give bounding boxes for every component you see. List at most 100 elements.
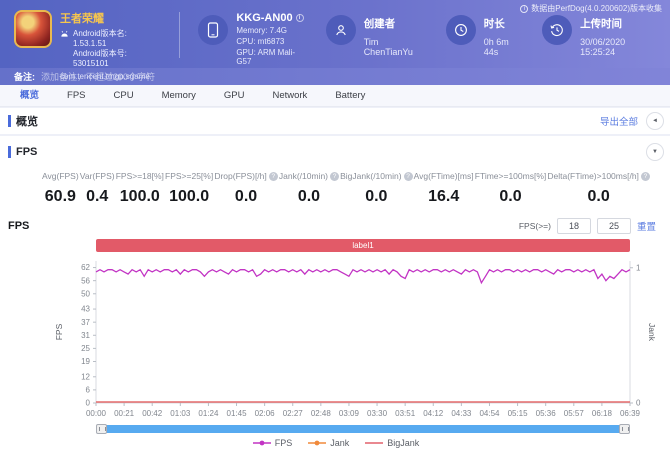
fps-line-chart[interactable]: 625650433731251912601000:00 00:21 00:42 01:… (8, 255, 656, 425)
stat-value: 0.0 (365, 188, 388, 205)
svg-text:05:15: 05:15 (508, 409, 529, 418)
fps-chart-area: label1 62 56 50 43 37 31 25 19 12 6 0 1 0 00:00 00:21 0… (8, 239, 664, 448)
svg-text:12: 12 (81, 372, 90, 381)
stat-drop-fps-h-: Drop(FPS)[/h]? 0.0 (214, 171, 278, 206)
stat-label: Jank(/10min)? (279, 171, 340, 181)
tab-network[interactable]: Network (258, 85, 321, 107)
svg-text:25: 25 (81, 344, 90, 353)
range-grip-left[interactable] (96, 424, 107, 434)
svg-text:06:39: 06:39 (620, 409, 641, 418)
tab-fps[interactable]: FPS (53, 85, 99, 107)
device-cpu: CPU: mt6873 (236, 37, 285, 46)
svg-text:56: 56 (81, 276, 90, 285)
overview-title: 概览 (8, 113, 38, 129)
stat-label: BigJank(/10min)? (340, 171, 413, 181)
section-tabs: 概览 FPS CPU Memory GPU Network Battery (0, 85, 670, 107)
stat-value: 0.0 (587, 188, 610, 205)
svg-text:02:48: 02:48 (311, 409, 332, 418)
stat-value: 60.9 (44, 188, 76, 205)
range-grip-right[interactable] (619, 424, 630, 434)
svg-text:0: 0 (636, 399, 641, 408)
svg-text:01:03: 01:03 (170, 409, 191, 418)
info-icon[interactable]: ? (330, 171, 340, 181)
stat-label: FPS>=25[%] (165, 171, 214, 181)
tab-gpu[interactable]: GPU (210, 85, 259, 107)
svg-text:00:00: 00:00 (86, 409, 107, 418)
svg-text:Jank: Jank (647, 323, 656, 342)
stat-label: FTime>=100ms[%] (474, 171, 547, 181)
app-package: com.tencent.tmgp.sgame (60, 72, 150, 81)
stat-label: Delta(FTime)>100ms[/h]? (547, 171, 650, 181)
tab-概览[interactable]: 概览 (6, 85, 53, 107)
duration-label: 时长 (483, 18, 505, 30)
creator-value: Tim ChenTianYu (363, 37, 413, 57)
threshold-high-input[interactable] (596, 218, 631, 234)
stat-label: Drop(FPS)[/h]? (214, 171, 278, 181)
stat-value: 0.0 (297, 188, 321, 205)
chart-legend: FPS Jank BigJank (8, 438, 664, 448)
legend-marker-icon (308, 440, 327, 446)
info-icon[interactable]: ? (268, 171, 278, 181)
fps-stats-row: Avg(FPS) 60.9 Var(FPS) 0.4 FPS>=18[%] 100.0 FP… (8, 161, 664, 206)
device-info-icon[interactable]: i (295, 14, 304, 22)
reset-link[interactable]: 重置 (637, 219, 656, 233)
svg-text:31: 31 (81, 331, 90, 340)
stat-bigjank-10min-: BigJank(/10min)? 0.0 (340, 171, 413, 206)
svg-text:43: 43 (81, 305, 90, 314)
legend-item-jank[interactable]: Jank (308, 438, 349, 448)
upload-time-value: 30/06/2020 15:25:24 (580, 37, 626, 57)
tab-battery[interactable]: Battery (321, 85, 379, 107)
info-icon[interactable]: ? (403, 171, 413, 181)
overview-section-header: 概览 导出全部 ◄ (0, 108, 670, 134)
report-header: i 数据由PerfDog(4.0.200602)版本收集 王者荣耀 Androi… (0, 0, 670, 81)
svg-text:FPS: FPS (54, 323, 64, 340)
svg-text:02:27: 02:27 (283, 409, 304, 418)
export-all-link[interactable]: 导出全部 (600, 114, 638, 128)
svg-text:01:45: 01:45 (227, 409, 248, 418)
collector-version-note: i 数据由PerfDog(4.0.200602)版本收集 (520, 3, 662, 14)
device-model: KKG-AN00 (236, 12, 293, 24)
svg-text:06:18: 06:18 (592, 409, 613, 418)
stat-value: 0.0 (499, 188, 522, 205)
svg-text:37: 37 (81, 318, 90, 327)
upload-time-block: 上传时间 30/06/2020 15:25:24 (542, 12, 660, 57)
chart-label-banner[interactable]: label1 (96, 239, 630, 252)
stat-label: Avg(FPS) (42, 171, 79, 181)
svg-text:05:57: 05:57 (564, 409, 585, 418)
svg-text:6: 6 (86, 385, 91, 394)
app-version-name: Android版本名: 1.53.1.51 (73, 29, 127, 48)
svg-text:50: 50 (81, 289, 90, 298)
fps-section-title: FPS (8, 146, 37, 158)
legend-label: BigJank (387, 438, 420, 448)
stat-avg-ftime-ms-: Avg(FTime)[ms] 16.4 (414, 171, 474, 206)
tab-memory[interactable]: Memory (148, 85, 210, 107)
title-accent-bar (8, 146, 11, 158)
stat-value: 0.4 (86, 188, 109, 205)
legend-item-bigjank[interactable]: BigJank (365, 438, 419, 448)
chart-range-scrollbar[interactable] (96, 424, 630, 434)
device-info-block: KKG-AN00 i Memory: 7.4G CPU: mt6873 GPU:… (198, 12, 307, 66)
svg-text:00:21: 00:21 (114, 409, 135, 418)
svg-text:1: 1 (636, 263, 641, 272)
svg-text:02:06: 02:06 (255, 409, 276, 418)
tab-cpu[interactable]: CPU (100, 85, 148, 107)
info-icon[interactable]: ? (640, 171, 650, 181)
fps-threshold-controls: FPS(>=) 重置 (519, 218, 656, 234)
stat-delta-ftime-100ms-h-: Delta(FTime)>100ms[/h]? 0.0 (547, 171, 650, 206)
svg-text:00:42: 00:42 (142, 409, 163, 418)
duration-block: 时长 0h 6m 44s (445, 12, 524, 57)
upload-time-label: 上传时间 (580, 18, 623, 30)
legend-item-fps[interactable]: FPS (252, 438, 292, 448)
collapse-panel-button[interactable]: ◄ (646, 112, 664, 130)
threshold-low-input[interactable] (556, 218, 591, 234)
stat-label: Avg(FTime)[ms] (413, 171, 474, 181)
collapse-section-button[interactable]: ▼ (646, 143, 664, 161)
legend-marker-icon (365, 442, 384, 444)
device-memory: Memory: 7.4G (236, 26, 288, 35)
creator-block: 创建者 Tim ChenTianYu (325, 12, 428, 57)
game-app-icon (14, 10, 52, 48)
android-icon (60, 29, 69, 69)
svg-text:04:54: 04:54 (479, 409, 500, 418)
duration-value: 0h 6m 44s (483, 37, 509, 57)
svg-text:01:24: 01:24 (198, 409, 219, 418)
